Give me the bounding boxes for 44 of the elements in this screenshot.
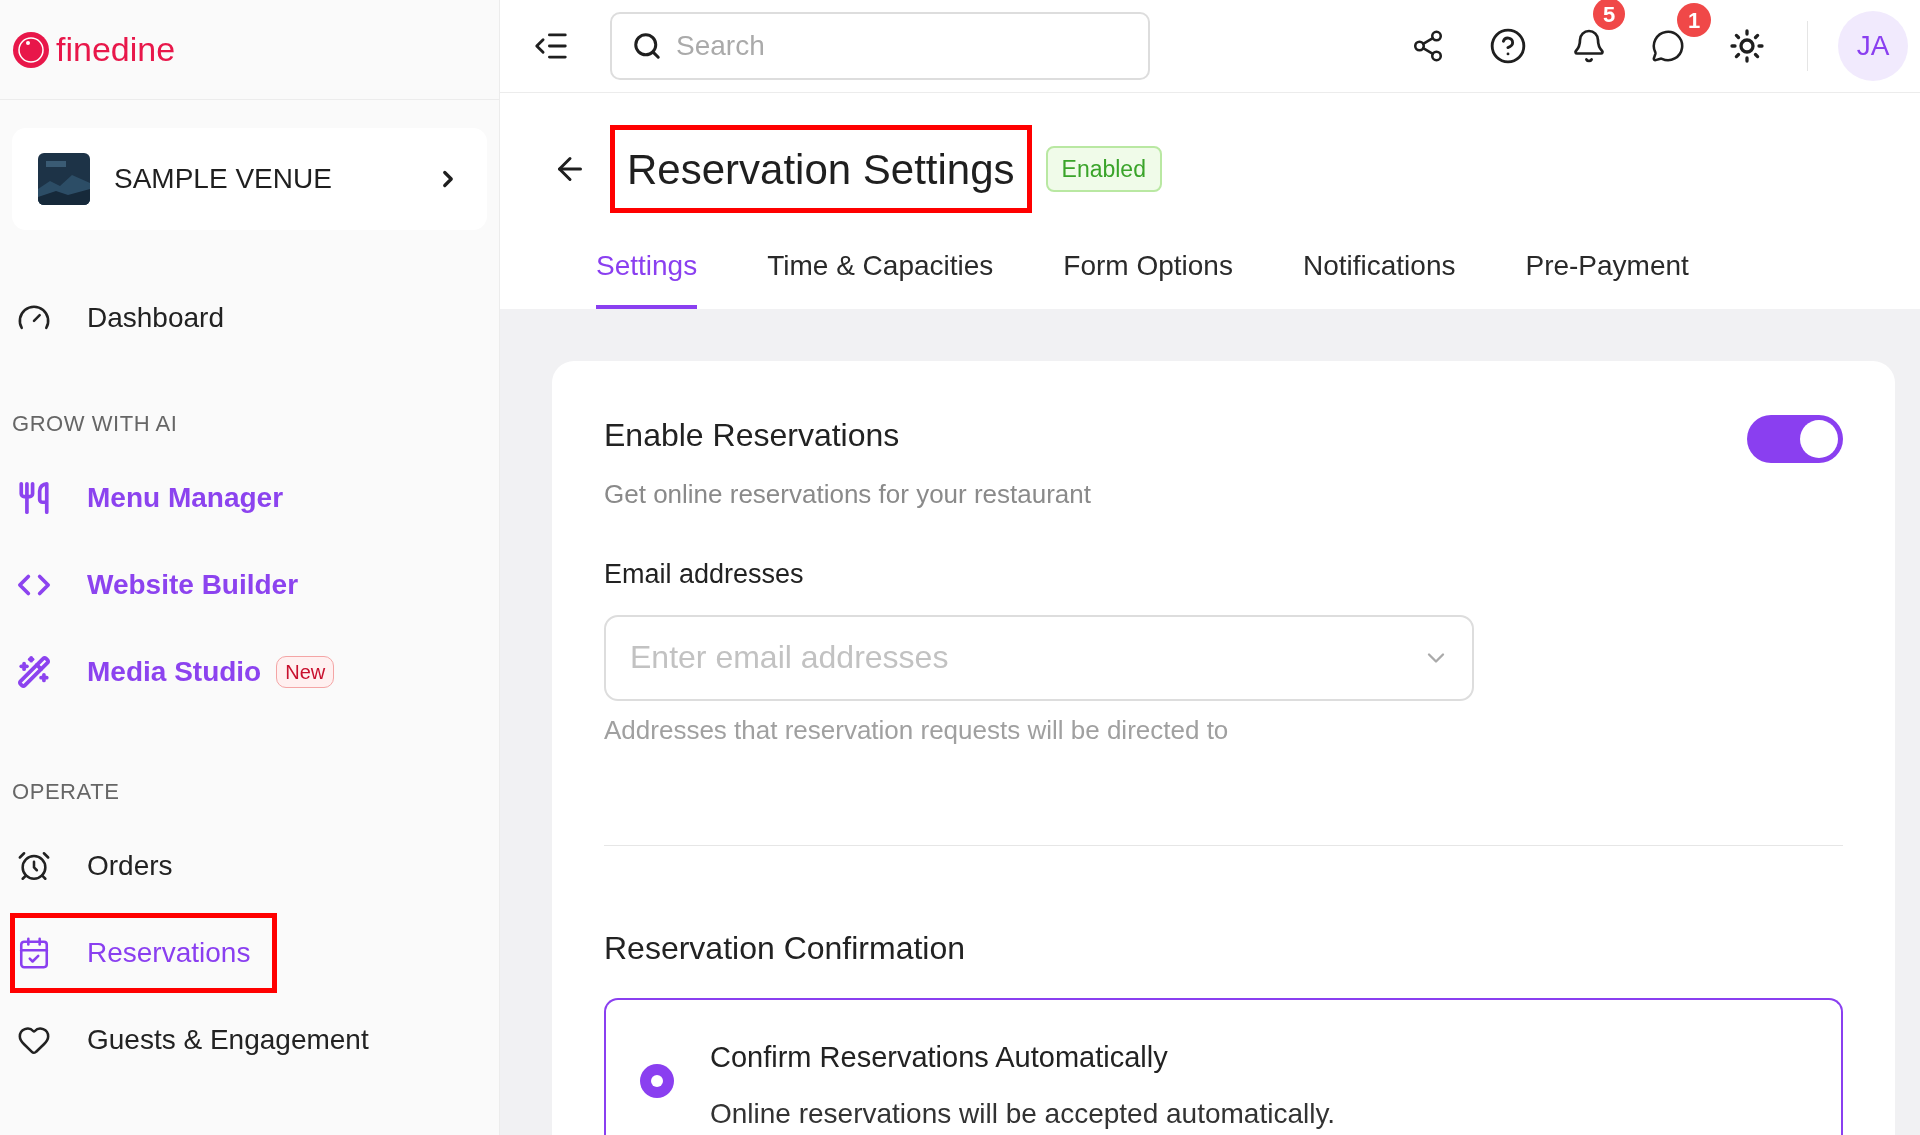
sidebar-item[interactable]: Reservations — [10, 912, 278, 993]
calendar-check-icon — [17, 935, 51, 970]
radio-option[interactable]: Confirm Reservations Automatically Online reservations will be accepted automatically. — [604, 997, 1843, 1135]
message-count: 1 — [1677, 3, 1711, 37]
setting-description: Get online reservations for your restaurant — [604, 478, 1092, 511]
sidebar-item[interactable]: Dashboard — [10, 277, 251, 358]
tab[interactable]: Pre-Payment — [1525, 237, 1689, 309]
venue-selector[interactable]: SAMPLE VENUE — [12, 128, 487, 230]
theme-icon[interactable] — [1729, 28, 1765, 64]
tab[interactable]: Settings — [596, 237, 698, 309]
help-icon[interactable] — [1489, 27, 1527, 65]
tab[interactable]: Form Options — [1063, 237, 1233, 309]
sidebar-item[interactable]: Menu Manager — [10, 457, 311, 538]
search-icon — [632, 31, 662, 61]
setting-title: Enable Reservations — [604, 416, 901, 455]
user-avatar[interactable]: JA — [1838, 11, 1908, 81]
section-title: Reservation Confirmation — [604, 928, 967, 968]
sidebar-item[interactable]: Guests & Engagement — [10, 999, 396, 1080]
search-field[interactable]: Search — [610, 12, 1150, 80]
sidebar-item[interactable]: Orders — [10, 825, 200, 906]
toggle-switch[interactable] — [1747, 415, 1843, 463]
venue-name: SAMPLE VENUE — [114, 162, 333, 196]
magic-wand-icon — [17, 654, 51, 689]
field-label: Email addresses — [604, 558, 805, 591]
tab[interactable]: Notifications — [1302, 237, 1456, 309]
new-badge: New — [276, 655, 335, 688]
section-heading: GROW WITH AI — [11, 410, 179, 438]
utensils-icon — [17, 480, 51, 515]
field-help-text: Addresses that reservation requests will be directed to — [604, 713, 1230, 747]
tab[interactable]: Time & Capacities — [767, 237, 994, 309]
option-title: Confirm Reservations Automatically — [710, 1039, 1169, 1075]
notification-count: 5 — [1593, 0, 1625, 30]
brand-name: finedine — [56, 29, 176, 70]
share-icon[interactable] — [1411, 29, 1445, 63]
section-heading: OPERATE — [11, 778, 121, 806]
option-description: Online reservations will be accepted automatically. — [710, 1097, 1336, 1131]
sidebar-item[interactable]: Website Builder — [10, 544, 326, 625]
email-select-field[interactable]: Enter email addresses — [604, 614, 1474, 701]
radio-button[interactable] — [640, 1063, 674, 1098]
page-title: Reservation Settings — [610, 125, 1032, 213]
notifications-icon[interactable] — [1571, 28, 1607, 64]
status-badge: Enabled — [1045, 145, 1162, 193]
logo-icon — [12, 30, 50, 69]
messages-icon[interactable] — [1651, 29, 1685, 63]
